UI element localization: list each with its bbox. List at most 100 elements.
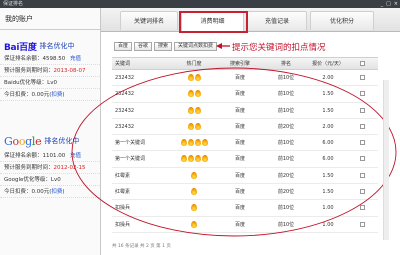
popularity-cell — [171, 135, 217, 150]
flame-icon — [191, 171, 197, 179]
flame-icon — [187, 106, 194, 114]
select-cell — [347, 168, 378, 183]
flame-icon — [187, 139, 194, 147]
rank-cell: 前10位 — [277, 91, 295, 98]
popularity-cell — [171, 103, 217, 118]
table-row[interactable]: 第一个关键词 百度 前10位 6.00 — [112, 151, 378, 168]
table-row[interactable]: 232432 百度 前10位 1.50 — [112, 103, 378, 119]
keyword-cell: 232432 — [115, 91, 135, 98]
row-checkbox[interactable] — [360, 189, 365, 195]
keyword-cell: 扣操兵 — [115, 205, 131, 212]
table-row[interactable]: 232432 百度 前10位 1.50 — [112, 86, 378, 103]
row-checkbox[interactable] — [360, 172, 365, 178]
flame-icon — [201, 155, 208, 163]
rank-cell: 前10位 — [277, 75, 295, 81]
engine-cell: 百度 — [234, 123, 245, 130]
price-cell: 1.00 — [322, 205, 334, 212]
popularity-cell — [171, 217, 217, 232]
consumption-table: 关键词 热门度 搜索引擎 排名 报价（元/天） 232432 百度 前10位 2.00… — [112, 57, 378, 233]
flame-icon — [187, 90, 194, 98]
row-checkbox[interactable] — [360, 123, 365, 129]
row-checkbox[interactable] — [360, 221, 365, 227]
popularity-cell — [171, 70, 217, 85]
price-cell: 1.50 — [322, 107, 334, 114]
keyword-cell: 232432 — [115, 75, 135, 81]
rank-cell: 前10位 — [277, 221, 295, 228]
table-row[interactable]: 扣操兵 百度 前10位 1.00 — [112, 200, 378, 217]
row-checkbox[interactable] — [360, 156, 365, 162]
select-cell — [347, 151, 378, 166]
table-row[interactable]: 扣操兵 百度 前10位 1.00 — [112, 217, 378, 233]
keyword-cell: 扣操兵 — [115, 221, 131, 228]
flame-icon — [194, 74, 201, 81]
row-checkbox[interactable] — [360, 75, 365, 80]
engine-cell: 百度 — [234, 107, 245, 114]
rank-cell: 前10位 — [277, 140, 295, 147]
flame-icon — [191, 188, 197, 196]
price-cell: 6.00 — [322, 140, 334, 147]
table-row[interactable]: 第一个关键词 百度 前10位 6.00 — [112, 135, 378, 152]
select-cell — [347, 86, 378, 101]
select-cell — [347, 200, 378, 215]
header-select — [347, 58, 378, 69]
select-cell — [347, 119, 378, 134]
select-cell — [347, 135, 378, 150]
flame-icon — [180, 155, 187, 163]
flame-icon — [191, 220, 197, 228]
popularity-cell — [171, 168, 217, 183]
flame-icon — [194, 139, 201, 147]
header-popularity: 热门度 — [186, 61, 202, 67]
table-row[interactable]: 232432 百度 前10位 2.00 — [112, 70, 378, 87]
select-cell — [347, 70, 378, 85]
select-cell — [347, 184, 378, 199]
rank-cell: 前10位 — [277, 156, 295, 163]
flame-icon — [180, 139, 187, 147]
keyword-cell: 第一个关键词 — [115, 140, 146, 147]
row-checkbox[interactable] — [360, 140, 365, 146]
engine-cell: 百度 — [234, 91, 245, 98]
keyword-cell: 第一个关键词 — [115, 156, 146, 163]
flame-icon — [201, 139, 208, 147]
table-footer: 共 16 条记录 共 2 页 第 1 页 — [112, 244, 171, 249]
flame-icon — [194, 155, 201, 163]
engine-cell: 百度 — [234, 75, 245, 81]
popularity-cell — [171, 119, 217, 134]
row-checkbox[interactable] — [360, 91, 365, 97]
flame-icon — [194, 106, 201, 114]
header-engine: 搜索引擎 — [229, 61, 250, 67]
price-cell: 1.50 — [322, 189, 334, 196]
header-price: 报价（元/天） — [312, 61, 344, 67]
table-row[interactable]: 红霉素 百度 前20位 1.50 — [112, 168, 378, 185]
rank-cell: 前20位 — [277, 172, 295, 179]
select-all-checkbox[interactable] — [360, 61, 365, 66]
keyword-cell: 232432 — [115, 123, 135, 130]
table-row[interactable]: 232432 百度 前20位 2.00 — [112, 119, 378, 136]
select-cell — [347, 103, 378, 118]
flame-icon — [194, 122, 201, 130]
engine-cell: 百度 — [234, 189, 245, 196]
rank-cell: 前10位 — [277, 107, 295, 114]
keyword-cell: 红霉素 — [115, 172, 131, 179]
engine-cell: 百度 — [234, 172, 245, 179]
flame-icon — [194, 90, 201, 98]
engine-cell: 百度 — [234, 140, 245, 147]
price-cell: 2.00 — [322, 123, 334, 130]
row-checkbox[interactable] — [360, 205, 365, 211]
row-checkbox[interactable] — [360, 107, 365, 113]
rank-cell: 前20位 — [277, 123, 295, 130]
price-cell: 2.00 — [322, 75, 334, 81]
engine-cell: 百度 — [234, 156, 245, 163]
price-cell: 1.00 — [322, 221, 334, 228]
keyword-cell: 232432 — [115, 107, 135, 114]
table-row[interactable]: 红霉素 百度 前20位 1.50 — [112, 184, 378, 201]
table-body: 232432 百度 前10位 2.00 232432 百度 前10位 1.50 232432 百度… — [112, 70, 378, 233]
popularity-cell — [171, 200, 217, 215]
popularity-cell — [171, 86, 217, 101]
keyword-cell: 红霉素 — [115, 189, 131, 196]
select-cell — [347, 217, 378, 232]
flame-icon — [187, 122, 194, 130]
header-keyword: 关键词 — [115, 61, 131, 67]
popularity-cell — [171, 184, 217, 199]
engine-cell: 百度 — [234, 205, 245, 212]
table-scrollbar[interactable] — [383, 80, 389, 240]
